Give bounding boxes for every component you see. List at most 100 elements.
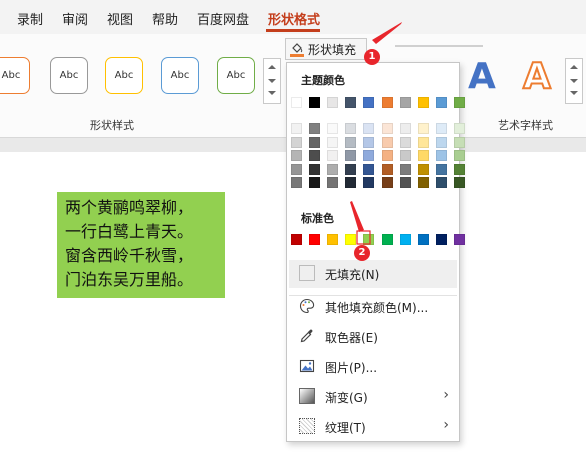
wordart-style-orange[interactable]: A xyxy=(522,55,552,98)
theme-color-swatch[interactable] xyxy=(327,97,339,108)
theme-tint-swatch[interactable] xyxy=(291,136,302,148)
theme-tint-swatch[interactable] xyxy=(381,177,393,188)
theme-tint-swatch[interactable] xyxy=(417,177,429,188)
theme-color-swatch[interactable] xyxy=(453,97,465,108)
theme-tint-swatch[interactable] xyxy=(309,123,321,134)
theme-tint-swatch[interactable] xyxy=(327,123,339,134)
theme-tint-swatch[interactable] xyxy=(309,163,321,175)
theme-tint-swatch[interactable] xyxy=(417,123,429,134)
scroll-up-icon[interactable] xyxy=(570,65,578,69)
theme-tint-swatch[interactable] xyxy=(309,150,321,161)
standard-color-swatch[interactable] xyxy=(453,234,465,245)
theme-tint-swatch[interactable] xyxy=(363,136,375,148)
standard-color-swatch[interactable] xyxy=(291,234,302,245)
theme-tint-swatch[interactable] xyxy=(435,163,447,175)
theme-tint-swatch[interactable] xyxy=(399,136,411,148)
shape-fill-button[interactable]: 形状填充 xyxy=(285,38,367,60)
tab-help[interactable]: 帮助 xyxy=(152,9,178,28)
theme-tint-swatch[interactable] xyxy=(399,177,411,188)
theme-tint-swatch[interactable] xyxy=(381,123,393,134)
theme-tint-swatch[interactable] xyxy=(345,123,357,134)
tab-baidu-netdisk[interactable]: 百度网盘 xyxy=(197,9,249,28)
standard-color-swatch[interactable] xyxy=(435,234,447,245)
theme-tint-swatch[interactable] xyxy=(381,136,393,148)
standard-color-swatch[interactable] xyxy=(399,234,411,245)
theme-tint-swatch[interactable] xyxy=(399,150,411,161)
theme-tint-swatch[interactable] xyxy=(327,177,339,188)
scroll-down-icon[interactable] xyxy=(570,79,578,83)
no-fill-item[interactable]: 无填充(N) xyxy=(289,260,457,288)
scroll-up-icon[interactable] xyxy=(268,65,276,69)
theme-tint-swatch[interactable] xyxy=(363,123,375,134)
theme-tint-swatch[interactable] xyxy=(399,163,411,175)
texture-fill-item[interactable]: 纹理(T) › xyxy=(289,413,457,441)
theme-tint-swatch[interactable] xyxy=(309,136,321,148)
theme-tint-swatch[interactable] xyxy=(453,123,465,134)
expand-gallery-icon[interactable] xyxy=(268,91,276,95)
theme-tint-swatch[interactable] xyxy=(417,163,429,175)
poem-textbox[interactable]: 两个黄鹂鸣翠柳， 一行白鹭上青天。 窗含西岭千秋雪， 门泊东吴万里船。 xyxy=(57,192,225,298)
theme-tint-swatch[interactable] xyxy=(309,177,321,188)
standard-color-swatch[interactable] xyxy=(345,234,357,245)
theme-color-swatch[interactable] xyxy=(345,97,357,108)
picture-fill-item[interactable]: 图片(P)... xyxy=(289,353,457,381)
theme-color-swatch[interactable] xyxy=(363,97,375,108)
expand-gallery-icon[interactable] xyxy=(570,91,578,95)
theme-tint-swatch[interactable] xyxy=(435,177,447,188)
theme-color-swatch[interactable] xyxy=(291,97,302,108)
theme-tint-swatch[interactable] xyxy=(417,136,429,148)
theme-color-swatch[interactable] xyxy=(381,97,393,108)
theme-tint-swatch[interactable] xyxy=(291,163,302,175)
wordart-style-blue[interactable]: A xyxy=(468,56,496,97)
more-fill-colors-item[interactable]: 其他填充颜色(M)... xyxy=(289,293,457,321)
theme-tint-swatch[interactable] xyxy=(363,150,375,161)
tab-shape-format[interactable]: 形状格式 xyxy=(268,9,320,28)
theme-color-swatch[interactable] xyxy=(399,97,411,108)
theme-tint-swatch[interactable] xyxy=(381,150,393,161)
shape-style-preset[interactable]: Abc xyxy=(161,57,199,94)
theme-tint-swatch[interactable] xyxy=(327,136,339,148)
theme-color-swatch[interactable] xyxy=(435,97,447,108)
wordart-gallery-scrollbar[interactable] xyxy=(565,58,583,104)
theme-tint-swatch[interactable] xyxy=(291,123,302,134)
theme-tint-swatch[interactable] xyxy=(453,150,465,161)
theme-tint-swatch[interactable] xyxy=(453,177,465,188)
theme-tint-swatch[interactable] xyxy=(435,123,447,134)
theme-tint-swatch[interactable] xyxy=(399,123,411,134)
theme-tint-swatch[interactable] xyxy=(345,163,357,175)
shape-style-preset[interactable]: Abc xyxy=(105,57,143,94)
theme-tint-swatch[interactable] xyxy=(345,136,357,148)
theme-tint-swatch[interactable] xyxy=(345,150,357,161)
shape-style-preset[interactable]: Abc xyxy=(217,57,255,94)
gradient-fill-item[interactable]: 渐变(G) › xyxy=(289,383,457,411)
theme-tint-swatch[interactable] xyxy=(435,136,447,148)
shape-style-preset[interactable]: Abc xyxy=(0,57,30,94)
shape-style-preset[interactable]: Abc xyxy=(50,57,88,94)
theme-tint-swatch[interactable] xyxy=(291,177,302,188)
standard-color-swatch[interactable] xyxy=(327,234,339,245)
shape-gallery-scrollbar[interactable] xyxy=(263,58,281,104)
theme-tint-swatch[interactable] xyxy=(327,150,339,161)
theme-color-swatch[interactable] xyxy=(309,97,321,108)
tab-review[interactable]: 审阅 xyxy=(62,9,88,28)
eyedropper-item[interactable]: 取色器(E) xyxy=(289,323,457,351)
tab-record[interactable]: 录制 xyxy=(17,9,43,28)
theme-tint-swatch[interactable] xyxy=(327,163,339,175)
theme-tint-swatch[interactable] xyxy=(453,136,465,148)
theme-tint-swatch[interactable] xyxy=(363,177,375,188)
theme-tint-swatch[interactable] xyxy=(435,150,447,161)
theme-tint-swatch[interactable] xyxy=(417,150,429,161)
standard-color-swatch[interactable] xyxy=(363,234,375,245)
theme-color-swatch[interactable] xyxy=(417,97,429,108)
theme-tint-swatch[interactable] xyxy=(453,163,465,175)
wordart-styles-group-label: 艺术字样式 xyxy=(498,119,553,132)
tab-view[interactable]: 视图 xyxy=(107,9,133,28)
theme-tint-swatch[interactable] xyxy=(345,177,357,188)
standard-color-swatch[interactable] xyxy=(309,234,321,245)
theme-tint-swatch[interactable] xyxy=(291,150,302,161)
theme-tint-swatch[interactable] xyxy=(381,163,393,175)
theme-tint-swatch[interactable] xyxy=(363,163,375,175)
standard-color-swatch[interactable] xyxy=(417,234,429,245)
scroll-down-icon[interactable] xyxy=(268,79,276,83)
standard-color-swatch[interactable] xyxy=(381,234,393,245)
